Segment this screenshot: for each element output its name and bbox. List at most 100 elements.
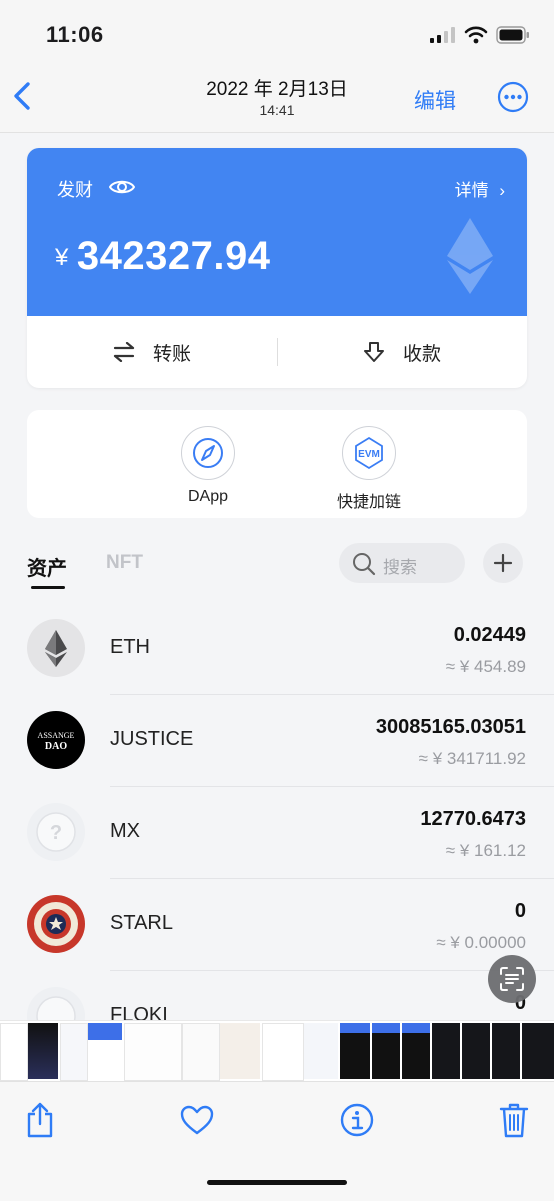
photo-thumbnail[interactable] — [372, 1023, 400, 1079]
share-icon — [27, 1102, 53, 1138]
photo-thumbnail[interactable] — [182, 1023, 220, 1081]
share-button[interactable] — [20, 1100, 60, 1140]
battery-icon — [496, 26, 529, 44]
photo-thumbnail[interactable] — [28, 1023, 58, 1079]
plus-icon — [493, 553, 513, 573]
eth-watermark-icon — [447, 218, 493, 294]
asset-balance: 0.02449 — [453, 624, 526, 646]
quick-actions-card: DApp EVM 快捷加链 — [27, 410, 527, 518]
asset-row[interactable]: ETH 0.02449 ≈ ¥ 454.89 — [0, 603, 554, 695]
assange-dao-logo: ASSANGE DAO — [27, 711, 85, 769]
info-button[interactable] — [337, 1100, 377, 1140]
wallet-name: 发财 — [57, 180, 93, 200]
heart-icon — [180, 1105, 214, 1135]
asset-balance: 12770.6473 — [420, 808, 526, 830]
asset-balance: 30085165.03051 — [375, 716, 526, 738]
photo-thumbnail[interactable] — [522, 1023, 554, 1079]
receive-label: 收款 — [403, 343, 442, 365]
add-token-button[interactable] — [483, 543, 523, 583]
photo-thumbnail[interactable] — [304, 1023, 338, 1079]
photo-thumbnail-strip[interactable] — [0, 1020, 554, 1081]
action-divider — [277, 338, 278, 366]
asset-row[interactable]: STARL 0 ≈ ¥ 0.00000 — [0, 879, 554, 971]
asset-symbol: JUSTICE — [110, 728, 194, 750]
edit-button[interactable]: 编辑 — [414, 85, 456, 115]
svg-text:?: ? — [50, 822, 62, 844]
eye-icon[interactable] — [109, 178, 135, 196]
dapp-button[interactable]: DApp — [148, 426, 268, 506]
currency-symbol: ¥ — [55, 244, 69, 271]
evm-icon: EVM — [355, 436, 383, 470]
photo-thumbnail[interactable] — [124, 1023, 182, 1081]
asset-fiat-value: ≈ ¥ 161.12 — [445, 841, 526, 860]
status-icons — [430, 24, 530, 46]
search-icon — [353, 553, 376, 576]
eth-logo — [27, 619, 85, 677]
evm-icon-circle: EVM — [342, 426, 396, 480]
svg-text:EVM: EVM — [358, 449, 380, 460]
svg-text:DAO: DAO — [45, 741, 67, 752]
tab-assets[interactable]: 资产 — [27, 552, 67, 581]
asset-row[interactable]: ASSANGE DAO JUSTICE 30085165.03051 ≈ ¥ 3… — [0, 695, 554, 787]
chevron-right-icon: › — [499, 181, 505, 200]
photo-thumbnail[interactable] — [402, 1023, 430, 1079]
text-scan-icon — [500, 967, 524, 991]
asset-list: ETH 0.02449 ≈ ¥ 454.89 ASSANGE DAO JUSTI… — [0, 603, 554, 1020]
photo-thumbnail[interactable] — [262, 1023, 304, 1081]
info-icon — [340, 1103, 374, 1137]
photo-thumbnail[interactable] — [492, 1023, 520, 1079]
details-label: 详情 — [454, 181, 489, 200]
wallet-actions: 转账 收款 — [27, 316, 527, 388]
asset-fiat-value: ≈ ¥ 341711.92 — [418, 749, 526, 768]
photo-time: 14:41 — [259, 102, 295, 118]
photo-thumbnail[interactable] — [340, 1023, 370, 1079]
wallet-details-link[interactable]: 详情 › — [455, 176, 505, 201]
wallet-card[interactable]: 发财 详情 › ¥342327.94 转账 收款 — [27, 148, 527, 388]
quick-add-chain-label: 快捷加链 — [336, 494, 401, 511]
search-placeholder: 搜索 — [383, 558, 417, 577]
download-arrow-icon — [364, 342, 384, 362]
active-tab-indicator — [31, 586, 65, 589]
transfer-button[interactable]: 转账 — [113, 316, 191, 388]
asset-symbol: STARL — [110, 912, 173, 934]
wallet-balance: ¥342327.94 — [55, 234, 270, 279]
delete-button[interactable] — [494, 1100, 534, 1140]
asset-symbol: MX — [110, 820, 140, 842]
asset-symbol: FLOKI — [110, 1004, 168, 1020]
unknown-token-logo — [27, 987, 85, 1020]
asset-row[interactable]: ? MX 12770.6473 ≈ ¥ 161.12 — [0, 787, 554, 879]
unknown-token-logo: ? — [27, 803, 85, 861]
asset-symbol: ETH — [110, 636, 150, 658]
photo-thumbnail[interactable] — [462, 1023, 490, 1079]
status-bar: 11:06 — [0, 0, 554, 64]
dapp-icon-circle — [181, 426, 235, 480]
wifi-icon — [464, 26, 488, 44]
quick-add-chain-button[interactable]: EVM 快捷加链 — [309, 426, 429, 512]
photo-date: 2022 年 2月13日 — [206, 79, 348, 100]
asset-fiat-value: ≈ ¥ 0.00000 — [436, 933, 526, 952]
compass-icon — [193, 438, 223, 468]
more-icon — [497, 81, 529, 113]
status-time: 11:06 — [46, 22, 104, 47]
tab-nft[interactable]: NFT — [106, 552, 143, 574]
wallet-app-screenshot: 发财 详情 › ¥342327.94 转账 收款 DApp EVM 快捷加链 资… — [0, 133, 554, 1020]
home-indicator — [207, 1180, 347, 1185]
wallet-summary: 发财 详情 › ¥342327.94 — [27, 148, 527, 316]
trash-icon — [499, 1103, 529, 1138]
live-text-button[interactable] — [488, 955, 536, 1003]
balance-value: 342327.94 — [76, 234, 271, 278]
photo-thumbnail[interactable] — [220, 1023, 260, 1079]
cellular-signal-icon — [430, 27, 455, 43]
transfer-label: 转账 — [153, 343, 192, 365]
asset-balance: 0 — [514, 900, 526, 922]
more-button[interactable] — [497, 81, 529, 113]
asset-row[interactable]: FLOKI 0 — [0, 971, 554, 1020]
photo-thumbnail[interactable] — [432, 1023, 460, 1079]
photo-thumbnail[interactable] — [0, 1023, 28, 1081]
starl-logo — [27, 895, 85, 953]
receive-button[interactable]: 收款 — [363, 316, 441, 388]
photo-thumbnail[interactable] — [88, 1023, 122, 1079]
photo-thumbnail[interactable] — [60, 1023, 88, 1081]
favorite-button[interactable] — [177, 1100, 217, 1140]
token-search-input[interactable]: 搜索 — [339, 543, 465, 583]
